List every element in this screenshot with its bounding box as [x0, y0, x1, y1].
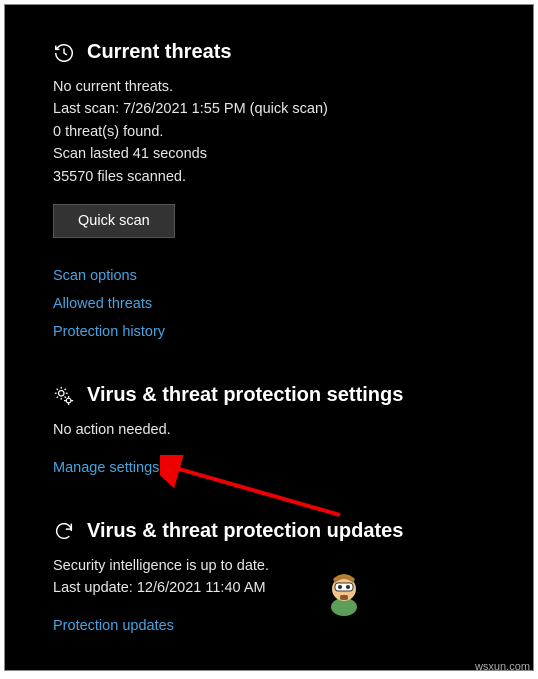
manage-settings-link[interactable]: Manage settings: [53, 460, 159, 476]
section-header: Virus & threat protection updates: [53, 520, 485, 543]
mascot-icon: [323, 569, 365, 622]
current-threats-title: Current threats: [87, 41, 231, 64]
settings-section: Virus & threat protection settings No ac…: [53, 384, 485, 475]
quick-scan-button[interactable]: Quick scan: [53, 204, 175, 238]
protection-history-link[interactable]: Protection history: [53, 324, 165, 340]
history-icon: [53, 42, 75, 64]
allowed-threats-link[interactable]: Allowed threats: [53, 296, 152, 312]
no-threats-text: No current threats.: [53, 76, 485, 98]
files-scanned-text: 35570 files scanned.: [53, 166, 485, 188]
section-header: Virus & threat protection settings: [53, 384, 485, 407]
threats-found-text: 0 threat(s) found.: [53, 121, 485, 143]
scan-options-link[interactable]: Scan options: [53, 268, 137, 284]
updates-section: Virus & threat protection updates Securi…: [53, 520, 485, 634]
refresh-icon: [53, 520, 75, 542]
updates-status-text: Security intelligence is up to date.: [53, 555, 485, 577]
protection-updates-link[interactable]: Protection updates: [53, 618, 174, 634]
scan-duration-text: Scan lasted 41 seconds: [53, 143, 485, 165]
current-threats-section: Current threats No current threats. Last…: [53, 41, 485, 340]
settings-title: Virus & threat protection settings: [87, 384, 403, 407]
updates-title: Virus & threat protection updates: [87, 520, 403, 543]
settings-status-text: No action needed.: [53, 419, 485, 441]
last-update-text: Last update: 12/6/2021 11:40 AM: [53, 577, 485, 599]
watermark-text: wsxun.com: [475, 661, 530, 673]
security-panel: Current threats No current threats. Last…: [4, 4, 534, 671]
last-scan-text: Last scan: 7/26/2021 1:55 PM (quick scan…: [53, 98, 485, 120]
section-header: Current threats: [53, 41, 485, 64]
settings-gear-icon: [53, 385, 75, 407]
